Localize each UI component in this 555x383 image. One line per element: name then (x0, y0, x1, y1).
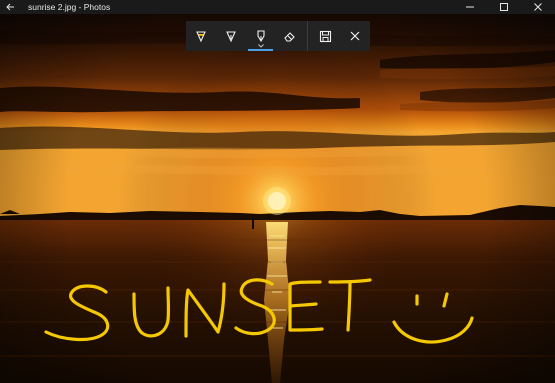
window-controls (453, 0, 555, 14)
calligraphy-pen-icon (257, 30, 265, 43)
chevron-down-icon (257, 44, 264, 48)
back-button[interactable] (0, 0, 20, 14)
save-icon (319, 30, 331, 42)
eraser-icon (284, 32, 296, 42)
photo-canvas[interactable] (0, 0, 555, 383)
title-bar: sunrise 2.jpg - Photos (0, 0, 555, 14)
maximize-button[interactable] (487, 0, 521, 14)
toolbar-divider (307, 21, 309, 51)
minimize-icon (466, 6, 474, 8)
window-title: sunrise 2.jpg - Photos (28, 2, 111, 12)
back-arrow-icon (5, 3, 14, 11)
close-ink-button[interactable] (340, 21, 370, 51)
tool-calligraphy-pen[interactable] (246, 21, 276, 51)
close-icon (534, 3, 542, 11)
close-window-button[interactable] (521, 0, 555, 14)
tool-ballpoint-pen[interactable] (186, 21, 216, 51)
save-button[interactable] (310, 21, 340, 51)
close-icon (350, 31, 360, 41)
ballpoint-pen-icon (196, 31, 206, 43)
maximize-icon (500, 3, 508, 11)
tool-eraser[interactable] (275, 21, 305, 51)
ink-toolbar (186, 21, 370, 51)
tool-pencil[interactable] (216, 21, 246, 51)
pencil-icon (225, 31, 236, 43)
minimize-button[interactable] (453, 0, 487, 14)
photos-window: sunrise 2.jpg - Photos (0, 0, 555, 383)
